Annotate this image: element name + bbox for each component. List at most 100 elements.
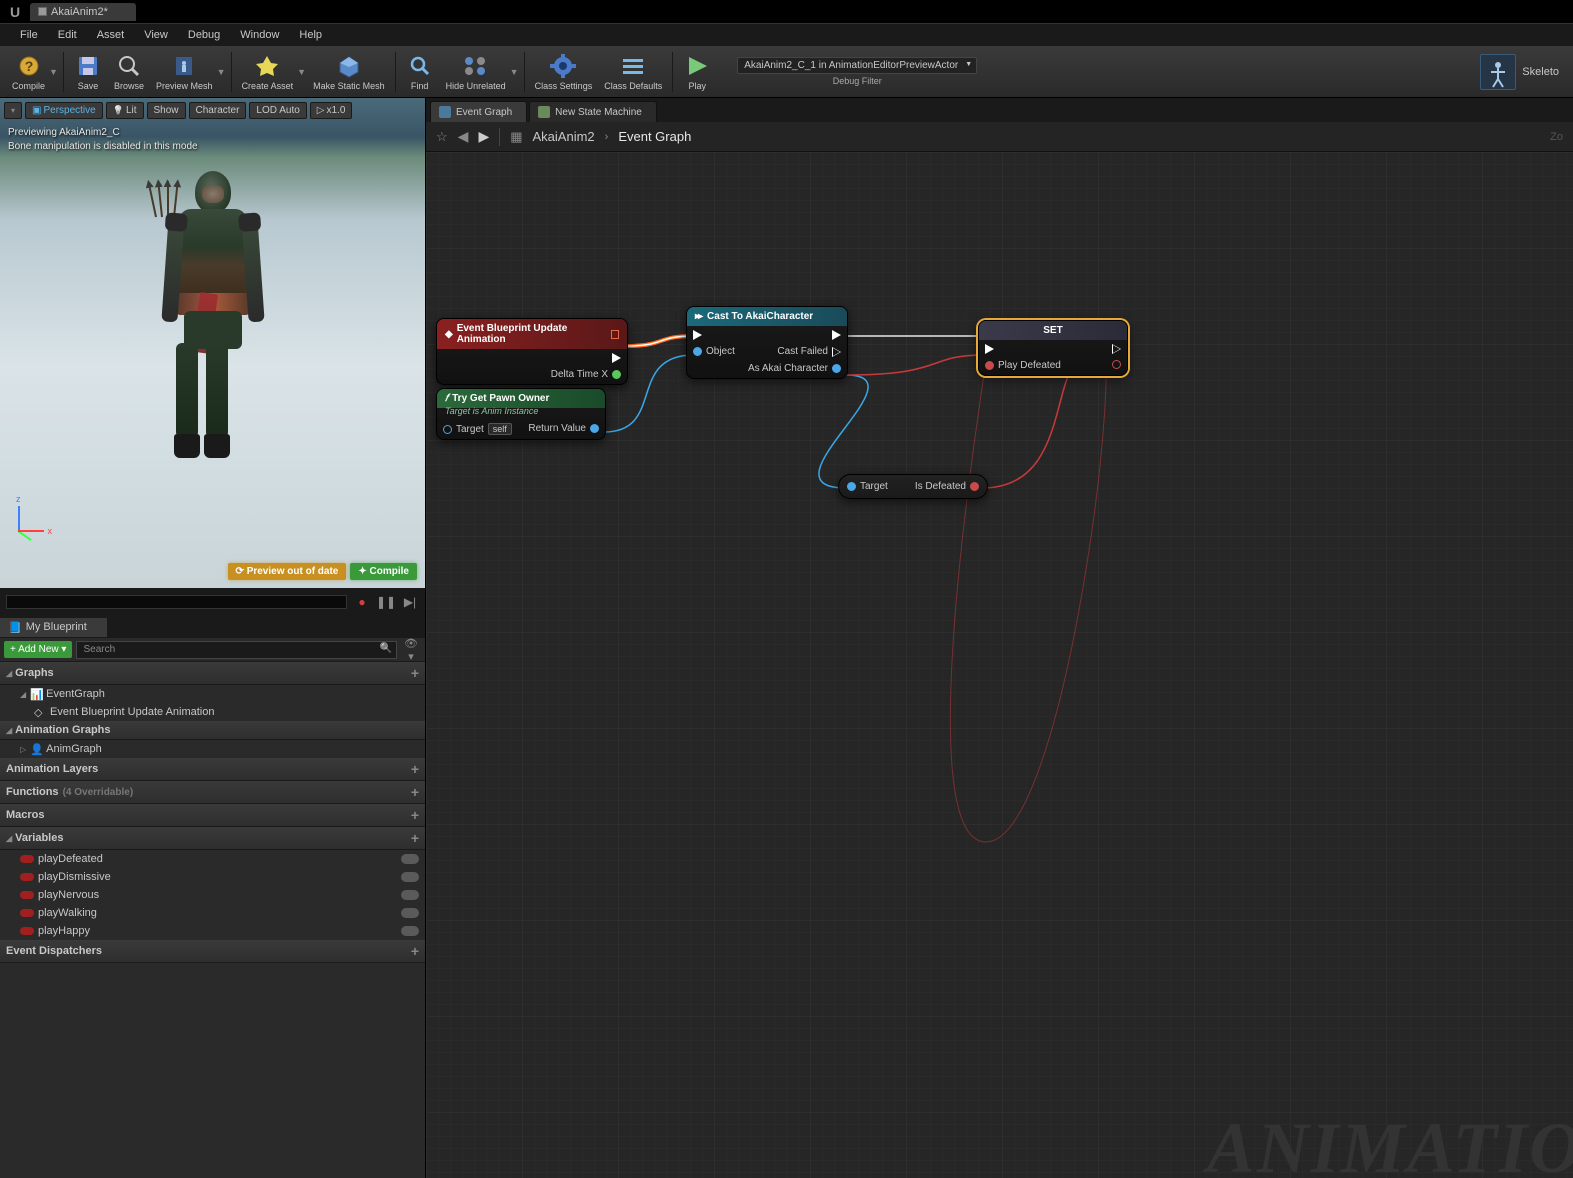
node-event-update-animation[interactable]: ◆Event Blueprint Update Animation Delta …	[436, 318, 628, 385]
event-graph-tab[interactable]: Event Graph	[430, 101, 527, 122]
var-playdefeated[interactable]: playDefeated	[0, 850, 425, 868]
favorite-icon[interactable]: ☆	[436, 129, 448, 145]
variables-section[interactable]: ◢Variables+	[0, 827, 425, 850]
target-pin[interactable]: Targetself	[443, 423, 512, 435]
document-tab[interactable]: AkaiAnim2*	[30, 3, 136, 21]
nav-forward-button[interactable]: ▶	[478, 128, 489, 145]
menu-file[interactable]: File	[10, 25, 48, 45]
add-variable-button[interactable]: +	[411, 830, 419, 846]
object-pin[interactable]: Object	[693, 346, 735, 357]
save-button[interactable]: Save	[68, 49, 108, 95]
var-playhappy[interactable]: playHappy	[0, 922, 425, 940]
return-value-pin[interactable]: Return Value	[528, 423, 599, 434]
viewport-compile-button[interactable]: ✦ Compile	[350, 563, 417, 580]
exec-out-pin[interactable]	[551, 353, 621, 363]
record-button[interactable]: ●	[353, 593, 371, 611]
cast-failed-pin[interactable]: Cast Failed	[748, 346, 841, 357]
viewport-status-text: Previewing AkaiAnim2_CBone manipulation …	[8, 126, 198, 154]
menu-window[interactable]: Window	[230, 25, 289, 45]
visibility-toggle[interactable]	[401, 926, 419, 936]
is-defeated-pin[interactable]: Is Defeated	[915, 481, 979, 492]
add-anim-layer-button[interactable]: +	[411, 761, 419, 777]
event-dispatchers-section[interactable]: Event Dispatchers+	[0, 940, 425, 963]
add-dispatcher-button[interactable]: +	[411, 943, 419, 959]
lod-button[interactable]: LOD Auto	[249, 102, 306, 119]
preview-mesh-dropdown[interactable]: ▼	[217, 67, 227, 77]
anim-graph-item[interactable]: ▷👤AnimGraph	[0, 740, 425, 758]
graphs-section[interactable]: ◢Graphs+	[0, 662, 425, 685]
menu-edit[interactable]: Edit	[48, 25, 87, 45]
node-get-is-defeated[interactable]: Target Is Defeated	[838, 474, 988, 499]
anim-graphs-section[interactable]: ◢Animation Graphs	[0, 721, 425, 740]
ue-logo-icon: U	[6, 3, 24, 21]
compile-dropdown[interactable]: ▼	[49, 67, 59, 77]
node-graph-canvas[interactable]: ◆Event Blueprint Update Animation Delta …	[426, 152, 1573, 1178]
node-set-play-defeated[interactable]: SET Play Defeated	[978, 320, 1128, 376]
preview-mesh-button[interactable]: Preview Mesh	[150, 49, 219, 95]
breadcrumb-current[interactable]: Event Graph	[618, 129, 691, 144]
add-new-button[interactable]: + Add New ▾	[4, 641, 72, 658]
perspective-button[interactable]: ▣ Perspective	[25, 102, 103, 119]
visibility-toggle[interactable]	[401, 872, 419, 882]
create-asset-dropdown[interactable]: ▼	[297, 67, 307, 77]
exec-out-pin[interactable]	[748, 330, 841, 340]
as-character-pin[interactable]: As Akai Character	[748, 363, 841, 374]
menu-view[interactable]: View	[134, 25, 178, 45]
var-playdismissive[interactable]: playDismissive	[0, 868, 425, 886]
visibility-toggle[interactable]	[401, 908, 419, 918]
make-static-mesh-button[interactable]: Make Static Mesh	[307, 49, 391, 95]
viewport-preview[interactable]: ▣ Perspective Lit Show Character LOD Aut…	[0, 98, 425, 588]
menu-asset[interactable]: Asset	[87, 25, 135, 45]
create-asset-button[interactable]: Create Asset	[236, 49, 300, 95]
functions-section[interactable]: Functions(4 Overridable)+	[0, 781, 425, 804]
timeline-track[interactable]	[6, 595, 347, 609]
skeleton-mode-button[interactable]: Skeleto	[1472, 50, 1567, 94]
exec-out-pin[interactable]	[1112, 344, 1121, 354]
hide-unrelated-dropdown[interactable]: ▼	[510, 67, 520, 77]
class-defaults-button[interactable]: Class Defaults	[598, 49, 668, 95]
viewport-options-dropdown[interactable]	[4, 102, 22, 119]
compile-button[interactable]: ?Compile	[6, 49, 51, 95]
node-try-get-pawn-owner[interactable]: 𝑓Try Get Pawn Owner Target is Anim Insta…	[436, 388, 606, 440]
blueprint-search-input[interactable]: Search	[76, 641, 397, 659]
preview-out-of-date-button[interactable]: ⟳ Preview out of date	[228, 563, 347, 580]
show-button[interactable]: Show	[147, 102, 186, 119]
event-graph-item[interactable]: ◢📊EventGraph	[0, 685, 425, 703]
anim-layers-section[interactable]: Animation Layers+	[0, 758, 425, 781]
add-graph-button[interactable]: +	[411, 665, 419, 681]
find-button[interactable]: Find	[400, 49, 440, 95]
target-pin[interactable]: Target	[847, 481, 888, 492]
camera-speed-button[interactable]: ▷ x1.0	[310, 102, 353, 119]
visibility-toggle[interactable]	[401, 890, 419, 900]
character-button[interactable]: Character	[189, 102, 247, 119]
var-playnervous[interactable]: playNervous	[0, 886, 425, 904]
value-out-pin[interactable]	[1112, 360, 1121, 369]
add-function-button[interactable]: +	[411, 784, 419, 800]
nav-back-button[interactable]: ◀	[458, 128, 469, 145]
macros-section[interactable]: Macros+	[0, 804, 425, 827]
step-button[interactable]: ▶|	[401, 593, 419, 611]
lit-button[interactable]: Lit	[106, 102, 144, 119]
add-macro-button[interactable]: +	[411, 807, 419, 823]
delta-time-pin[interactable]: Delta Time X	[551, 369, 621, 380]
my-blueprint-tab[interactable]: 📘 My Blueprint	[0, 618, 107, 637]
play-defeated-in-pin[interactable]: Play Defeated	[985, 360, 1061, 371]
state-machine-tab[interactable]: New State Machine	[529, 101, 657, 122]
debug-filter-dropdown[interactable]: AkaiAnim2_C_1 in AnimationEditorPreviewA…	[737, 57, 977, 74]
event-update-animation-item[interactable]: ◇Event Blueprint Update Animation	[0, 703, 425, 721]
menu-help[interactable]: Help	[289, 25, 332, 45]
hide-unrelated-button[interactable]: Hide Unrelated	[440, 49, 512, 95]
node-cast-to-akaicharacter[interactable]: Cast To AkaiCharacter Object Cast Failed…	[686, 306, 848, 379]
var-playwalking[interactable]: playWalking	[0, 904, 425, 922]
browse-button[interactable]: Browse	[108, 49, 150, 95]
visibility-toggle[interactable]	[401, 854, 419, 864]
exec-in-pin[interactable]	[693, 330, 735, 340]
pause-button[interactable]: ❚❚	[377, 593, 395, 611]
play-button[interactable]: Play	[677, 49, 717, 95]
zoom-label: Zo	[1550, 131, 1563, 143]
class-settings-button[interactable]: Class Settings	[529, 49, 599, 95]
exec-in-pin[interactable]	[985, 344, 1061, 354]
breadcrumb-root[interactable]: AkaiAnim2	[533, 129, 595, 144]
menu-debug[interactable]: Debug	[178, 25, 230, 45]
view-options-button[interactable]: 👁 ▾	[401, 637, 421, 663]
